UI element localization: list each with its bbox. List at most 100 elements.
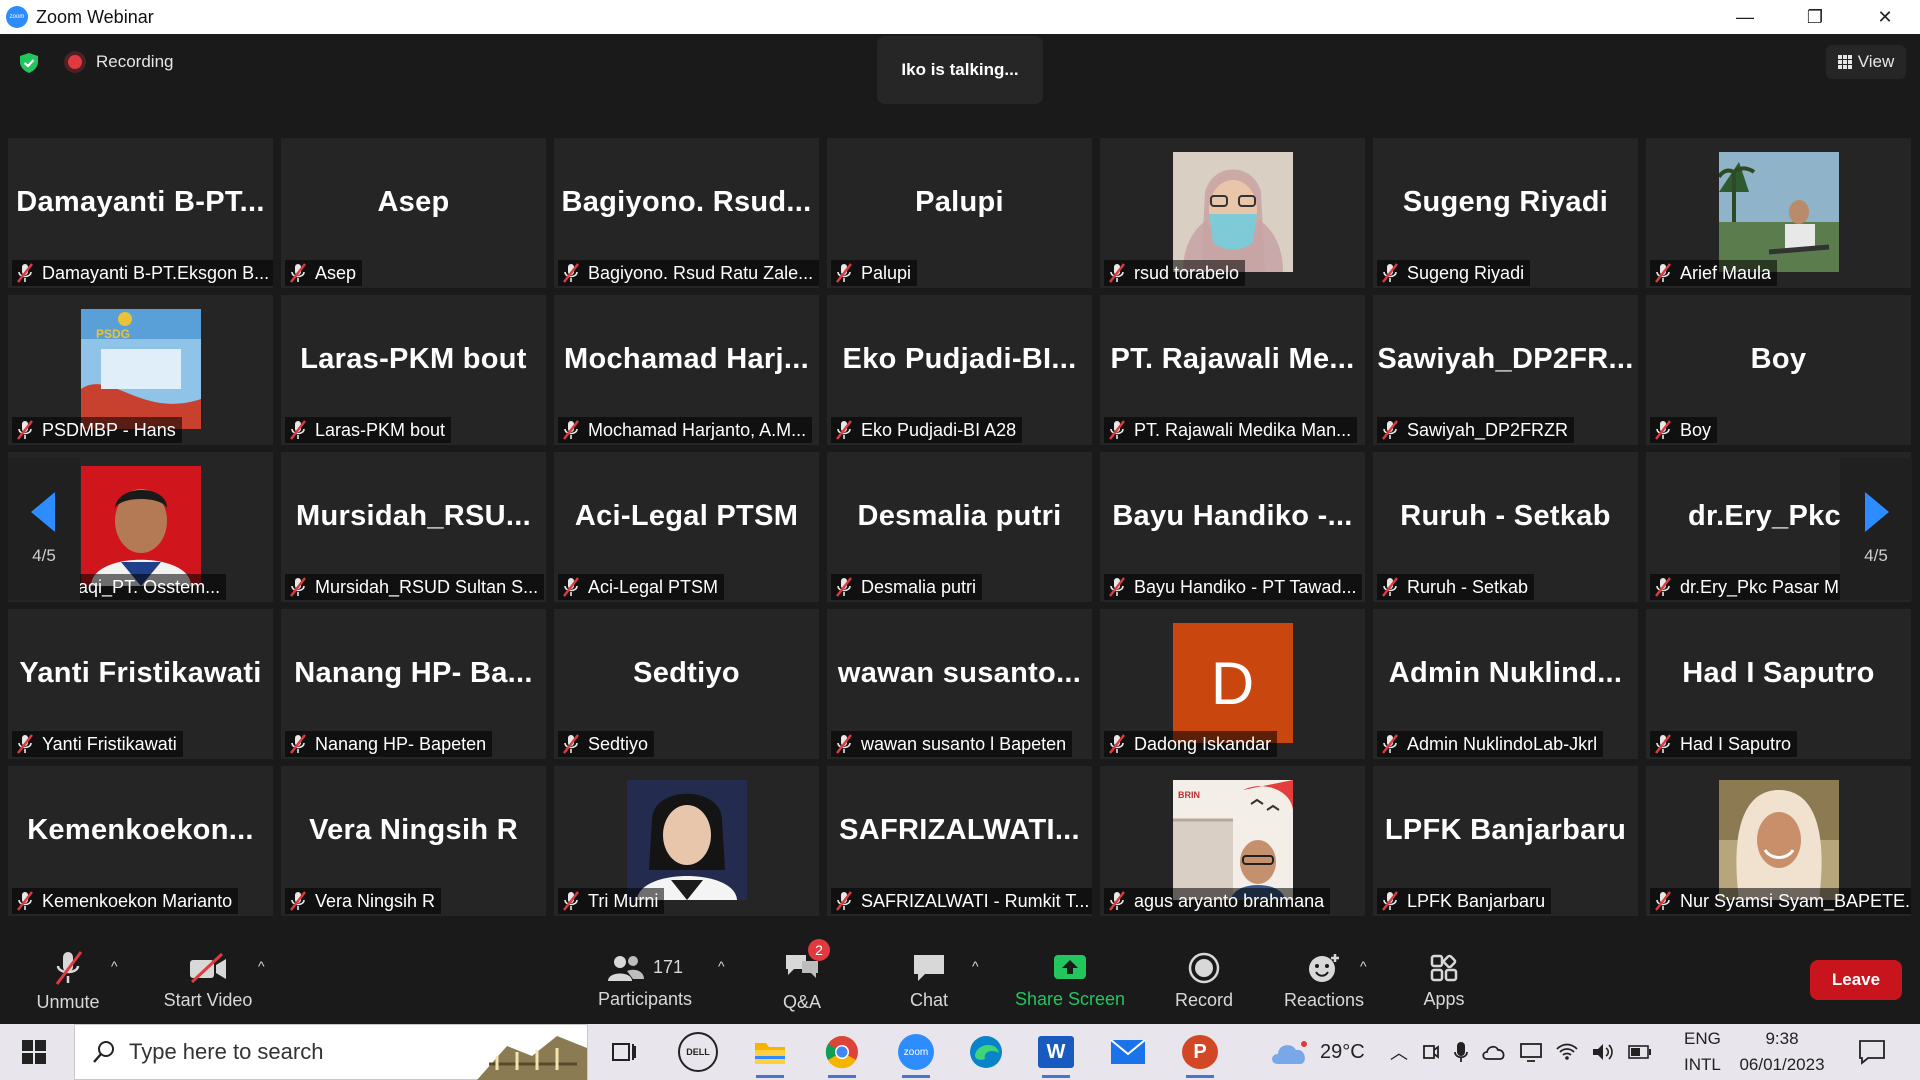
participants-button[interactable]: 171 Participants <box>590 938 700 1024</box>
meet-now-icon[interactable] <box>1422 1042 1440 1062</box>
onedrive-cloud-icon[interactable] <box>1482 1043 1506 1061</box>
tray-chevron-icon[interactable]: ︿ <box>1390 1039 1408 1065</box>
weather-widget[interactable]: 29°C <box>1270 1024 1365 1080</box>
apps-button[interactable]: Apps <box>1408 938 1480 1024</box>
participant-tile[interactable]: Sugeng Riyadi Sugeng Riyadi <box>1373 138 1638 288</box>
word-button[interactable]: W <box>1028 1024 1084 1080</box>
recording-indicator[interactable]: Recording <box>68 52 174 72</box>
muted-mic-icon <box>290 263 306 283</box>
view-button[interactable]: View <box>1826 45 1906 79</box>
reactions-button[interactable]: Reactions <box>1278 938 1370 1024</box>
mail-button[interactable] <box>1100 1024 1156 1080</box>
participant-tile[interactable]: Bagiyono. Rsud... Bagiyono. Rsud Ratu Zal… <box>554 138 819 288</box>
minimize-button[interactable]: — <box>1710 0 1780 34</box>
input-language[interactable]: ENG INTL <box>1684 1024 1721 1080</box>
muted-mic-icon <box>17 891 33 911</box>
participant-tile[interactable]: Mochamad Harj... Mochamad Harjanto, A.M..… <box>554 295 819 445</box>
participant-tile[interactable]: Asep Asep <box>281 138 546 288</box>
participants-chevron-icon[interactable]: ^ <box>718 958 725 974</box>
participants-icon-row: 171 <box>607 953 683 983</box>
participant-tile[interactable]: rsud torabelo <box>1100 138 1365 288</box>
participant-tile[interactable]: Vera Ningsih R Vera Ningsih R <box>281 766 546 916</box>
wifi-icon[interactable] <box>1556 1043 1578 1061</box>
participant-tile[interactable]: Mursidah_RSU... Mursidah_RSUD Sultan S... <box>281 452 546 602</box>
file-explorer-button[interactable] <box>742 1024 798 1080</box>
participant-name-label: Tri Murni <box>558 888 665 914</box>
participant-tile[interactable]: Palupi Palupi <box>827 138 1092 288</box>
next-page-button[interactable]: 4/5 <box>1840 458 1912 600</box>
participant-tile[interactable]: BRIN agus aryanto brahmana <box>1100 766 1365 916</box>
participant-tile[interactable]: Tri Murni <box>554 766 819 916</box>
unmute-button[interactable]: Unmute <box>22 938 114 1024</box>
task-view-button[interactable] <box>596 1024 652 1080</box>
participant-tile[interactable]: PSDG PSDMBP - Hans <box>8 295 273 445</box>
shield-icon[interactable] <box>18 52 40 74</box>
record-button[interactable]: Record <box>1164 938 1244 1024</box>
participant-name-label: Dadong Iskandar <box>1104 731 1278 757</box>
start-video-button[interactable]: Start Video <box>150 938 266 1024</box>
participant-tile[interactable]: Admin Nuklind... Admin NuklindoLab-Jkrl <box>1373 609 1638 759</box>
close-button[interactable]: ✕ <box>1850 0 1920 34</box>
taskbar-search-box[interactable]: Type here to search <box>74 1024 588 1080</box>
clock-time: 9:38 <box>1765 1029 1799 1048</box>
muted-mic-icon <box>1382 420 1398 440</box>
participant-tile[interactable]: PT. Rajawali Me... PT. Rajawali Medika Ma… <box>1100 295 1365 445</box>
chrome-button[interactable] <box>814 1024 870 1080</box>
participant-tile[interactable]: Aci-Legal PTSM Aci-Legal PTSM <box>554 452 819 602</box>
participant-tile[interactable]: D Dadong Iskandar <box>1100 609 1365 759</box>
participant-tile[interactable]: Yanti Fristikawati Yanti Fristikawati <box>8 609 273 759</box>
reactions-chevron-icon[interactable]: ^ <box>1360 958 1367 974</box>
participant-tile[interactable]: SAFRIZALWATI... SAFRIZALWATI - Rumkit T..… <box>827 766 1092 916</box>
battery-icon[interactable] <box>1628 1045 1652 1059</box>
participant-name-display: Bayu Handiko -... <box>1112 499 1353 532</box>
participant-name-label: Admin NuklindoLab-Jkrl <box>1377 731 1604 757</box>
participant-tile[interactable]: Eko Pudjadi-BI... Eko Pudjadi-BI A28 <box>827 295 1092 445</box>
participant-tile[interactable]: Desmalia putri Desmalia putri <box>827 452 1092 602</box>
window-title: Zoom Webinar <box>36 6 154 27</box>
restore-button[interactable]: ❐ <box>1780 0 1850 34</box>
qa-label: Q&A <box>782 992 821 1012</box>
participant-tile[interactable]: Nur Syamsi Syam_BAPETE... <box>1646 766 1911 916</box>
volume-icon[interactable] <box>1592 1043 1614 1061</box>
microphone-icon[interactable] <box>1454 1041 1468 1063</box>
participant-tile[interactable]: wawan susanto... wawan susanto l Bapeten <box>827 609 1092 759</box>
participant-tile[interactable]: Boy Boy <box>1646 295 1911 445</box>
notifications-button[interactable] <box>1858 1024 1886 1080</box>
muted-mic-icon <box>836 734 852 754</box>
leave-button[interactable]: Leave <box>1810 960 1902 1000</box>
leave-label: Leave <box>1831 970 1881 989</box>
display-icon[interactable] <box>1520 1042 1542 1062</box>
participant-name-label: Asep <box>285 260 363 286</box>
chat-chevron-icon[interactable]: ^ <box>972 958 979 974</box>
search-placeholder: Type here to search <box>129 1039 324 1064</box>
video-options-chevron-icon[interactable]: ^ <box>258 958 265 974</box>
zoom-taskbar-button[interactable]: zoom <box>888 1024 944 1080</box>
chat-button[interactable]: Chat <box>900 938 958 1024</box>
share-screen-button[interactable]: Share Screen <box>1010 938 1130 1024</box>
dell-app-button[interactable]: DELL <box>670 1024 726 1080</box>
qa-button[interactable]: 2 Q&A <box>770 938 834 1024</box>
participant-tile[interactable]: Sawiyah_DP2FR... Sawiyah_DP2FRZR <box>1373 295 1638 445</box>
participant-tile[interactable]: Arief Maula <box>1646 138 1911 288</box>
powerpoint-button[interactable]: P <box>1172 1024 1228 1080</box>
participant-tile[interactable]: Damayanti B-PT... Damayanti B-PT.Eksgon B… <box>8 138 273 288</box>
participant-tile[interactable]: Bayu Handiko -... Bayu Handiko - PT Tawad… <box>1100 452 1365 602</box>
participant-tile[interactable]: Kemenkoekon... Kemenkoekon Marianto <box>8 766 273 916</box>
system-tray-icons: ︿ <box>1390 1024 1652 1080</box>
participant-tile[interactable]: Laras-PKM bout Laras-PKM bout <box>281 295 546 445</box>
audio-options-chevron-icon[interactable]: ^ <box>111 958 118 974</box>
participant-name-label: LPFK Banjarbaru <box>1377 888 1552 914</box>
powerpoint-icon-text: P <box>1193 1040 1207 1063</box>
participant-tile[interactable]: Ruruh - Setkab Ruruh - Setkab <box>1373 452 1638 602</box>
participant-tile[interactable]: Had I Saputro Had I Saputro <box>1646 609 1911 759</box>
participant-name-label: Damayanti B-PT.Eksgon B... <box>12 260 273 286</box>
previous-page-button[interactable]: 4/5 <box>8 458 80 600</box>
participant-tile[interactable]: LPFK Banjarbaru LPFK Banjarbaru <box>1373 766 1638 916</box>
muted-mic-icon <box>1382 891 1398 911</box>
participant-name: Bayu Handiko - PT Tawad... <box>1134 576 1357 597</box>
participant-tile[interactable]: Sedtiyo Sedtiyo <box>554 609 819 759</box>
edge-button[interactable] <box>958 1024 1014 1080</box>
clock[interactable]: 9:38 06/01/2023 <box>1736 1024 1828 1080</box>
windows-start-icon[interactable] <box>22 1040 46 1064</box>
participant-tile[interactable]: Nanang HP- Ba... Nanang HP- Bapeten <box>281 609 546 759</box>
